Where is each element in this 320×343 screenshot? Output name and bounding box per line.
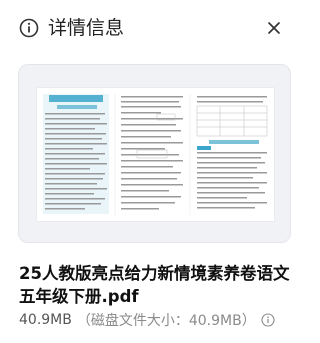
disk-file-size: （磁盘文件大小：40.9MB）	[76, 313, 256, 329]
file-name: 25人教版亮点给力新情境素养卷语文 五年级下册.pdf	[19, 264, 290, 306]
info-circle-icon[interactable]	[261, 313, 275, 327]
file-preview[interactable]	[18, 64, 291, 243]
file-size-info: 40.9MB （磁盘文件大小：40.9MB）	[19, 310, 275, 330]
details-header: 详情信息	[0, 0, 311, 56]
close-button[interactable]	[262, 16, 286, 40]
pdf-page-thumbnail	[37, 88, 274, 221]
info-circle-icon	[19, 18, 39, 38]
pdf-page-image	[43, 94, 268, 215]
page-title: 详情信息	[48, 17, 125, 39]
file-size: 40.9MB	[19, 312, 72, 328]
close-icon	[268, 22, 280, 34]
